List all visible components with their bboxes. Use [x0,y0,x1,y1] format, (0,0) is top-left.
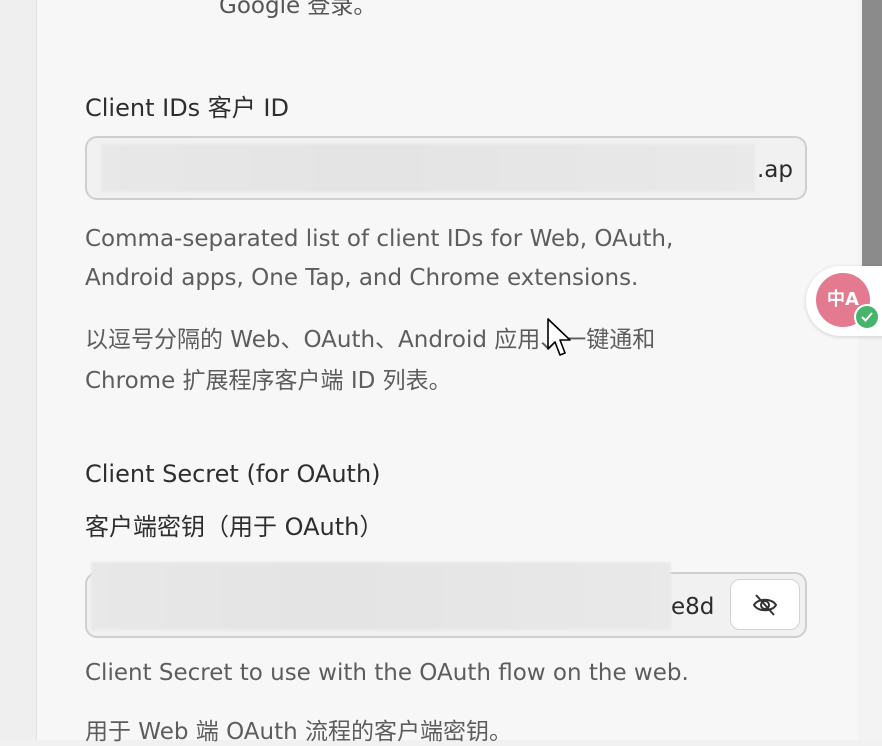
client-ids-input[interactable]: .ap [85,136,807,200]
client-secret-label-zh: 客户端密钥（用于 OAuth） [85,513,384,541]
eye-off-icon [752,593,778,616]
client-ids-label: Client IDs 客户 ID [85,94,289,122]
toggle-secret-visibility-button[interactable] [730,579,800,630]
client-ids-desc-en: Comma-separated list of client IDs for W… [85,226,674,252]
previous-section-text: Google 登录。 [219,0,377,19]
client-secret-value-tail: e8d [671,594,715,620]
mouse-cursor-icon [547,318,571,356]
client-ids-desc-en: Android apps, One Tap, and Chrome extens… [85,265,639,291]
client-secret-desc-en: Client Secret to use with the OAuth flow… [85,660,689,686]
client-ids-desc-zh: Chrome 扩展程序客户端 ID 列表。 [85,368,452,394]
client-secret-desc-zh: 用于 Web 端 OAuth 流程的客户端密钥。 [85,719,512,745]
client-secret-label: Client Secret (for OAuth) [85,460,381,488]
redacted-value [101,144,755,192]
check-icon [854,304,880,330]
client-ids-value-tail: .ap [757,157,794,183]
scrollbar-thumb[interactable] [862,0,882,268]
redacted-value [91,562,671,630]
page-backdrop [0,0,36,740]
client-secret-input[interactable]: e8d [85,562,807,638]
translate-extension-button[interactable]: 中A [806,266,882,336]
